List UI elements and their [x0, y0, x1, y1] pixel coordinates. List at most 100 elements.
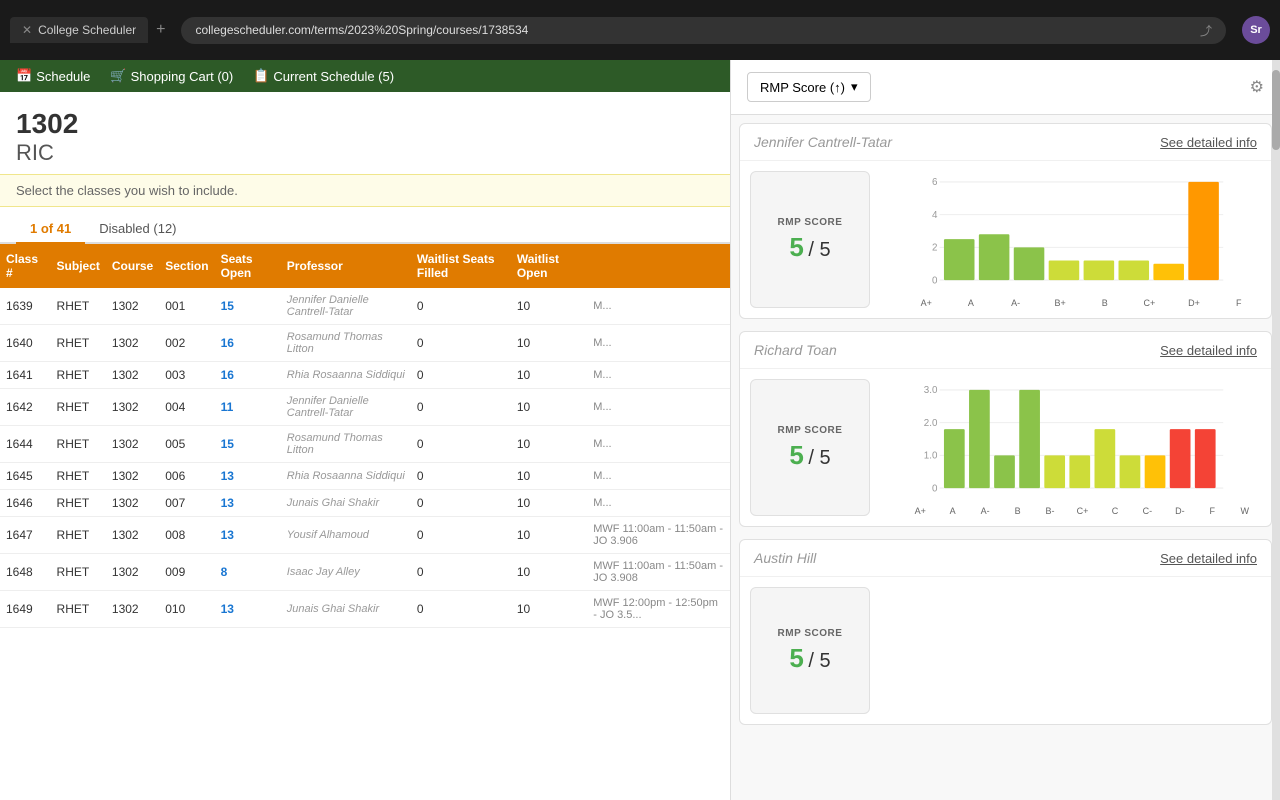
tabs-bar: 1 of 41 Disabled (12): [0, 207, 730, 244]
scrollbar[interactable]: [1272, 60, 1280, 800]
cell-section: 005: [159, 426, 214, 463]
tab-active[interactable]: 1 of 41: [16, 215, 85, 244]
nav-current-schedule[interactable]: 📋 Current Schedule (5): [253, 68, 394, 84]
col-professor: Professor: [281, 244, 411, 288]
cell-subject: RHET: [51, 517, 106, 554]
cell-section: 006: [159, 463, 214, 490]
cell-class-num: 1644: [0, 426, 51, 463]
chart-labels-1: A+AA-BB-C+CC-D-FW: [880, 506, 1261, 516]
chart-svg-0: 0246: [880, 171, 1261, 291]
table-row[interactable]: 1641 RHET 1302 003 16 Rhia Rosaanna Sidd…: [0, 362, 730, 389]
cell-waitlist-open: 10: [511, 554, 587, 591]
tab-disabled[interactable]: Disabled (12): [85, 215, 190, 244]
cell-subject: RHET: [51, 490, 106, 517]
rmp-num-0: 5: [789, 232, 803, 262]
professor-name-0: Jennifer Cantrell-Tatar: [754, 134, 892, 150]
card-header-2: Austin Hill See detailed info: [740, 540, 1271, 577]
browser-tab[interactable]: ✕ College Scheduler: [10, 17, 148, 43]
cell-subject: RHET: [51, 325, 106, 362]
cell-waitlist-filled: 0: [411, 389, 511, 426]
cell-schedule: M...: [587, 362, 730, 389]
table-row[interactable]: 1645 RHET 1302 006 13 Rhia Rosaanna Sidd…: [0, 463, 730, 490]
see-details-link-0[interactable]: See detailed info: [1160, 135, 1257, 150]
sort-dropdown[interactable]: RMP Score (↑) ▾: [747, 72, 871, 102]
cell-waitlist-filled: 0: [411, 362, 511, 389]
scrollbar-thumb: [1272, 70, 1280, 150]
see-details-link-1[interactable]: See detailed info: [1160, 343, 1257, 358]
rmp-den-0: 5: [819, 239, 830, 261]
cell-professor: Jennifer Danielle Cantrell-Tatar: [281, 389, 411, 426]
cell-waitlist-open: 10: [511, 288, 587, 325]
chart-area-2: [880, 587, 1261, 714]
cell-course: 1302: [106, 325, 159, 362]
col-section: Section: [159, 244, 214, 288]
cell-section: 010: [159, 591, 214, 628]
course-section: 1302 RIC: [0, 92, 730, 174]
cell-subject: RHET: [51, 463, 106, 490]
cell-subject: RHET: [51, 554, 106, 591]
table-row[interactable]: 1646 RHET 1302 007 13 Junais Ghai Shakir…: [0, 490, 730, 517]
svg-text:0: 0: [932, 483, 938, 494]
cell-seats: 8: [215, 554, 281, 591]
schedule-icon: 📋: [253, 68, 269, 84]
cell-section: 007: [159, 490, 214, 517]
cell-seats: 13: [215, 490, 281, 517]
url-text: collegescheduler.com/terms/2023%20Spring…: [195, 23, 528, 37]
table-row[interactable]: 1639 RHET 1302 001 15 Jennifer Danielle …: [0, 288, 730, 325]
website-content: 📅 Schedule 🛒 Shopping Cart (0) 📋 Current…: [0, 60, 730, 800]
professor-card: Richard Toan See detailed info RMP SCORE…: [739, 331, 1272, 527]
card-body-0: RMP SCORE 5 / 5 0246 A+AA-B+BC+D+F: [740, 161, 1271, 318]
cell-waitlist-filled: 0: [411, 517, 511, 554]
address-bar[interactable]: collegescheduler.com/terms/2023%20Spring…: [181, 17, 1226, 44]
right-panel: RMP Score (↑) ▾ ⚙ Jennifer Cantrell-Tata…: [730, 60, 1280, 800]
new-tab-button[interactable]: +: [156, 21, 165, 39]
cell-waitlist-open: 10: [511, 490, 587, 517]
cell-seats: 13: [215, 463, 281, 490]
panel-header: RMP Score (↑) ▾ ⚙: [731, 60, 1280, 115]
cell-professor: Yousif Alhamoud: [281, 517, 411, 554]
cell-schedule: M...: [587, 426, 730, 463]
nav-shopping-cart[interactable]: 🛒 Shopping Cart (0): [110, 68, 233, 84]
rmp-label-2: RMP SCORE: [778, 628, 843, 639]
share-icon: ⤴: [1200, 22, 1212, 39]
cell-class-num: 1646: [0, 490, 51, 517]
panel-content: Jennifer Cantrell-Tatar See detailed inf…: [731, 115, 1280, 800]
cell-professor: Junais Ghai Shakir: [281, 591, 411, 628]
cell-class-num: 1642: [0, 389, 51, 426]
cell-class-num: 1639: [0, 288, 51, 325]
table-row[interactable]: 1649 RHET 1302 010 13 Junais Ghai Shakir…: [0, 591, 730, 628]
course-number: 1302: [16, 108, 714, 140]
rmp-den-2: 5: [819, 650, 830, 672]
tab-title: College Scheduler: [38, 23, 136, 37]
cell-waitlist-open: 10: [511, 325, 587, 362]
chevron-down-icon: ▾: [851, 79, 858, 95]
tab-close[interactable]: ✕: [22, 23, 32, 37]
cell-professor: Rosamund Thomas Litton: [281, 325, 411, 362]
cell-class-num: 1640: [0, 325, 51, 362]
profile-button[interactable]: Sr: [1242, 16, 1270, 44]
chart-area-1: 01.02.03.0 A+AA-BB-C+CC-D-FW: [880, 379, 1261, 516]
cell-schedule: MWF 11:00am - 11:50am - JO 3.906: [587, 517, 730, 554]
table-row[interactable]: 1642 RHET 1302 004 11 Jennifer Danielle …: [0, 389, 730, 426]
cell-waitlist-filled: 0: [411, 490, 511, 517]
table-row[interactable]: 1648 RHET 1302 009 8 Isaac Jay Alley 0 1…: [0, 554, 730, 591]
card-body-1: RMP SCORE 5 / 5 01.02.03.0 A+AA-BB-C+CC-…: [740, 369, 1271, 526]
nav-schedule[interactable]: 📅 Schedule: [16, 68, 90, 84]
settings-icon[interactable]: ⚙: [1250, 77, 1264, 97]
rmp-score-box-2: RMP SCORE 5 / 5: [750, 587, 870, 714]
cell-waitlist-filled: 0: [411, 288, 511, 325]
cell-subject: RHET: [51, 591, 106, 628]
cell-waitlist-filled: 0: [411, 325, 511, 362]
see-details-link-2[interactable]: See detailed info: [1160, 551, 1257, 566]
cell-professor: Jennifer Danielle Cantrell-Tatar: [281, 288, 411, 325]
table-row[interactable]: 1640 RHET 1302 002 16 Rosamund Thomas Li…: [0, 325, 730, 362]
rmp-value-0: 5 / 5: [789, 232, 830, 263]
col-waitlist-open: Waitlist Open: [511, 244, 587, 288]
cell-subject: RHET: [51, 288, 106, 325]
cell-schedule: MWF 12:00pm - 12:50pm - JO 3.5...: [587, 591, 730, 628]
rmp-slash-0: /: [808, 239, 819, 261]
cell-seats: 16: [215, 325, 281, 362]
cell-waitlist-filled: 0: [411, 463, 511, 490]
table-row[interactable]: 1644 RHET 1302 005 15 Rosamund Thomas Li…: [0, 426, 730, 463]
table-row[interactable]: 1647 RHET 1302 008 13 Yousif Alhamoud 0 …: [0, 517, 730, 554]
